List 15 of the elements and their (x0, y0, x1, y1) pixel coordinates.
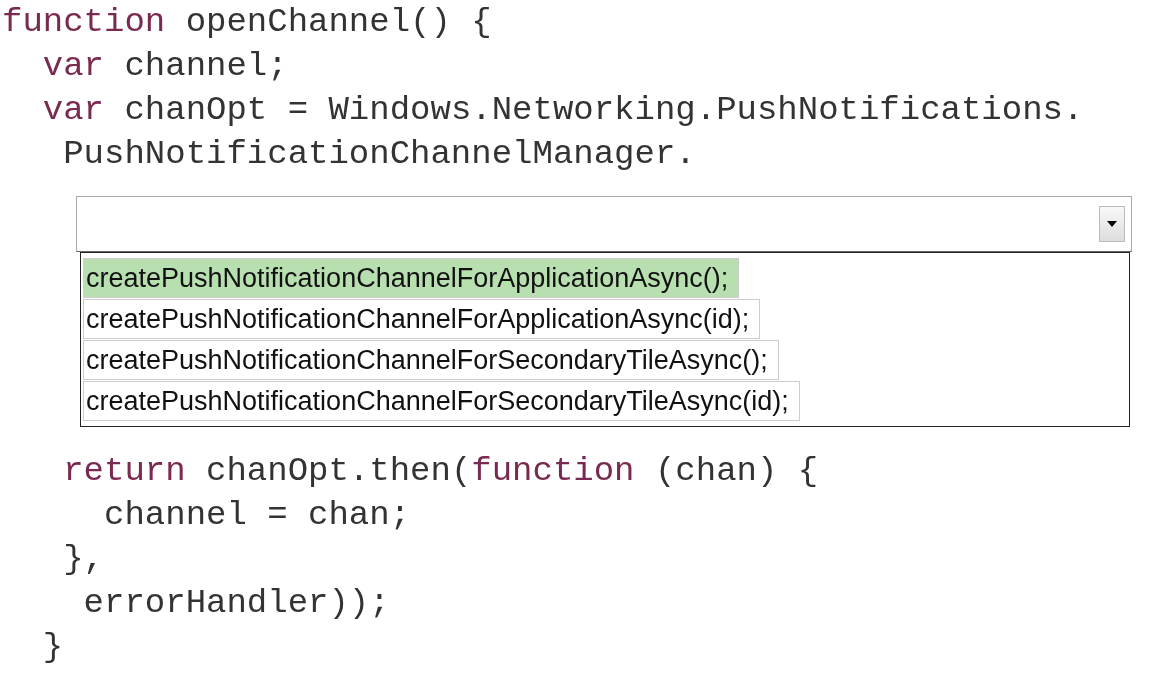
code-line: channel = chan; (103, 495, 411, 536)
dropdown-option[interactable]: createPushNotificationChannelForApplicationAsync(id); (83, 299, 761, 339)
code-line: errorHandler)); (82, 583, 390, 624)
dropdown-field[interactable] (76, 196, 1132, 252)
code-line: var channel; (41, 46, 288, 87)
dropdown-option[interactable]: createPushNotificationChannelForSecondaryTileAsync(); (83, 340, 779, 380)
dropdown-option[interactable]: createPushNotificationChannelForApplicationAsync(); (83, 258, 740, 298)
dropdown-caret-icon[interactable] (1099, 206, 1125, 242)
code-line: var chanOpt = Windows.Networking.PushNotifications. (41, 90, 1084, 131)
code-line: function openChannel() { (2, 2, 492, 43)
code-line: PushNotificationChannelManager. (62, 134, 696, 175)
code-line: } (41, 627, 64, 668)
code-line: return chanOpt.then(function (chan) { (62, 451, 819, 492)
code-line: }, (62, 539, 105, 580)
dropdown-option[interactable]: createPushNotificationChannelForSecondaryTileAsync(id); (83, 381, 800, 421)
